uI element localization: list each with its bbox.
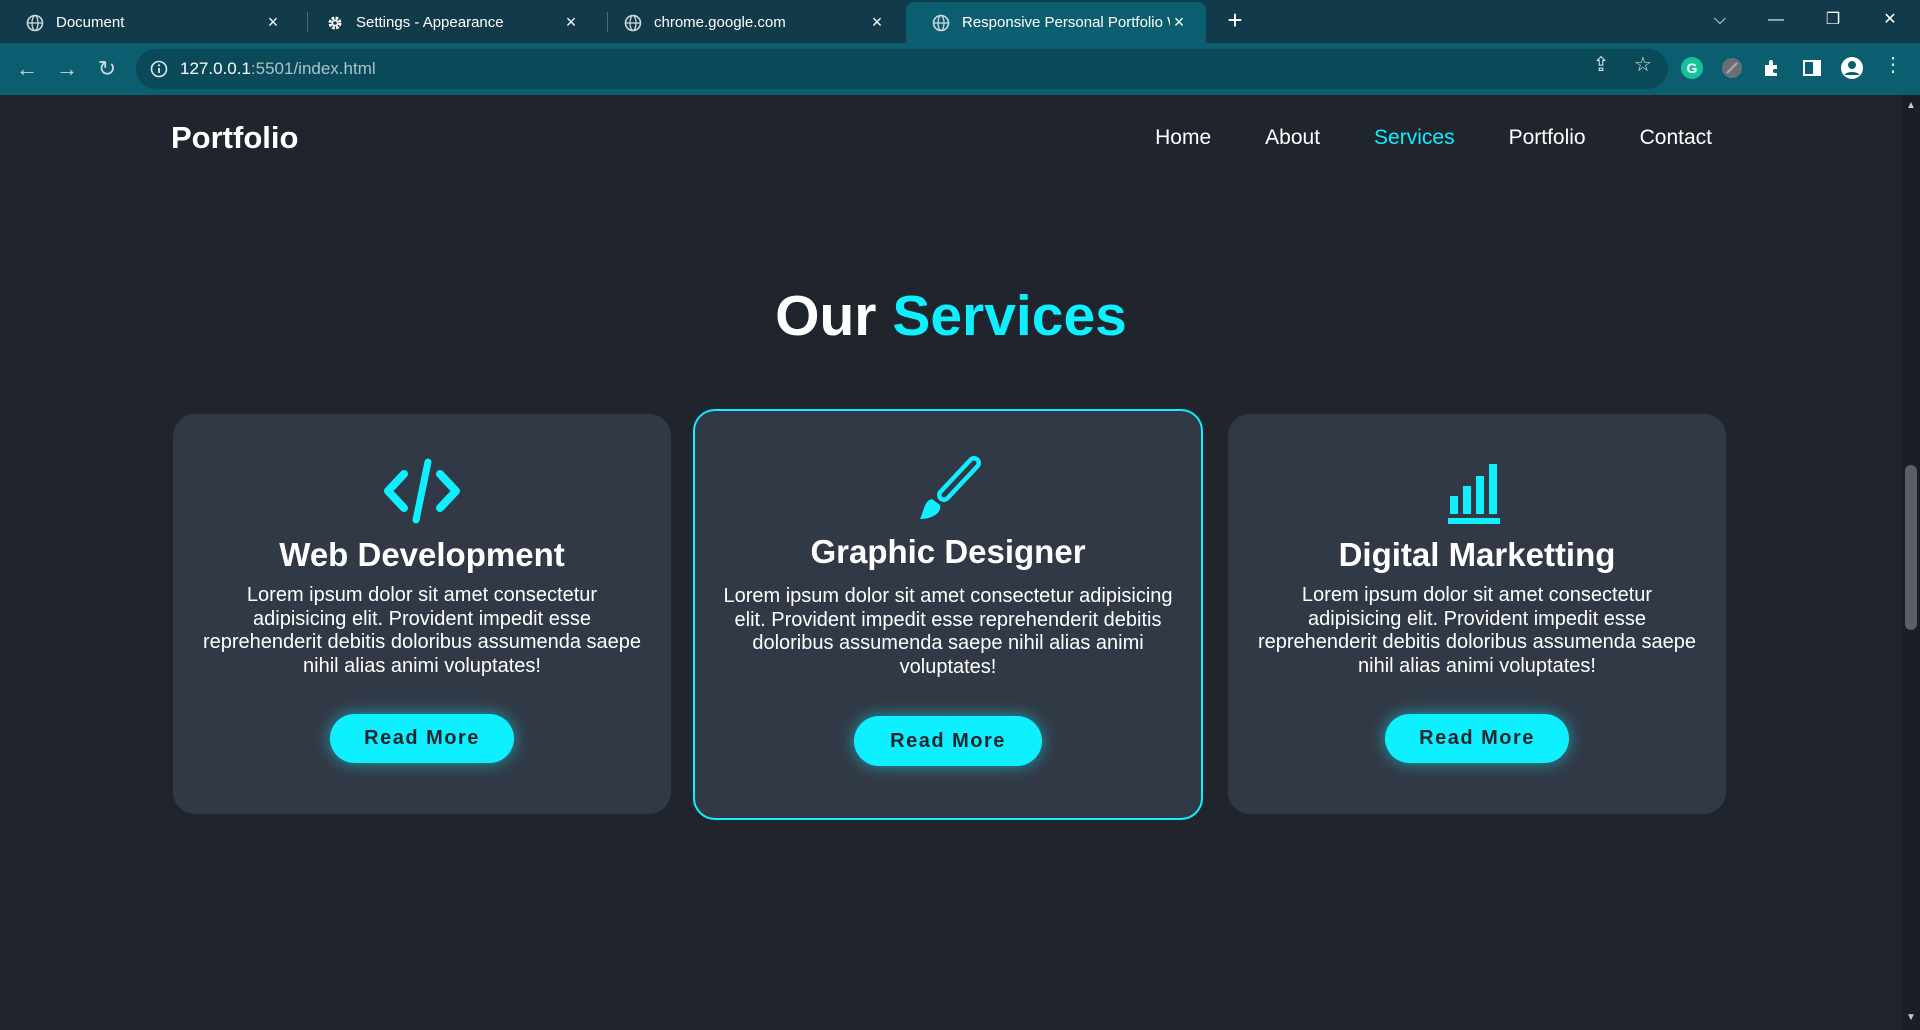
read-more-button[interactable]: Read More: [1385, 714, 1569, 763]
section-title-prefix: Our: [775, 284, 877, 348]
info-icon[interactable]: [150, 60, 168, 78]
scroll-up-icon[interactable]: ▲: [1906, 101, 1916, 111]
window-close-icon[interactable]: ✕: [1870, 6, 1910, 34]
card-title: Web Development: [279, 536, 565, 573]
tab-title: Document: [56, 14, 125, 31]
site-logo[interactable]: Portfolio: [171, 120, 298, 156]
read-more-button[interactable]: Read More: [330, 714, 514, 763]
service-card-digital-marketting: Digital Marketting Lorem ipsum dolor sit…: [1228, 414, 1726, 814]
restore-icon[interactable]: ❐: [1813, 6, 1853, 34]
browser-toolbar: ← → ↻ 127.0.0.1:5501/index.html ⇪ ☆ G ⋮: [0, 43, 1920, 95]
svg-text:G: G: [1687, 60, 1698, 76]
extensions-puzzle-icon[interactable]: [1760, 56, 1784, 80]
close-icon[interactable]: ×: [264, 12, 282, 33]
url-path: :5501/index.html: [250, 59, 376, 78]
chart-bar-icon: [1448, 464, 1500, 524]
card-title: Graphic Designer: [810, 533, 1086, 570]
brush-icon: [920, 456, 981, 519]
nav-home[interactable]: Home: [1155, 126, 1211, 150]
back-icon[interactable]: ←: [14, 56, 40, 82]
grammarly-icon[interactable]: G: [1680, 56, 1704, 80]
profile-avatar-icon[interactable]: [1840, 56, 1864, 80]
globe-icon: [932, 14, 950, 31]
bookmark-star-icon[interactable]: ☆: [1632, 54, 1654, 76]
globe-icon: [26, 14, 44, 31]
tab-title: chrome.google.com: [654, 14, 786, 31]
scrollbar-thumb[interactable]: [1905, 465, 1917, 630]
site-nav: Home About Services Portfolio Contact: [1101, 126, 1712, 150]
tab-portfolio[interactable]: Responsive Personal Portfolio W ×: [906, 2, 1206, 43]
section-title-accent: Services: [892, 284, 1127, 348]
tab-settings[interactable]: Settings - Appearance ×: [300, 2, 598, 43]
tab-chrome-store[interactable]: chrome.google.com ×: [598, 2, 904, 43]
page-viewport: Portfolio Home About Services Portfolio …: [0, 95, 1902, 1030]
read-more-button[interactable]: Read More: [854, 716, 1042, 766]
tab-search-icon[interactable]: ⌵: [1700, 6, 1740, 34]
extension-leaf-icon[interactable]: [1720, 56, 1744, 80]
forward-icon[interactable]: →: [54, 56, 80, 82]
card-title: Digital Marketting: [1338, 536, 1616, 573]
close-icon[interactable]: ×: [868, 12, 886, 33]
page-scrollbar[interactable]: ▲ ▼: [1902, 95, 1920, 1030]
address-bar[interactable]: 127.0.0.1:5501/index.html: [136, 49, 1668, 89]
tab-title: Responsive Personal Portfolio W: [962, 14, 1170, 31]
close-icon[interactable]: ×: [1170, 12, 1188, 33]
card-description: Lorem ipsum dolor sit amet consectetur a…: [1257, 584, 1697, 677]
nav-portfolio[interactable]: Portfolio: [1509, 126, 1586, 150]
section-title: Our Services: [0, 283, 1902, 349]
nav-about[interactable]: About: [1265, 126, 1320, 150]
new-tab-button[interactable]: +: [1222, 7, 1248, 34]
nav-services[interactable]: Services: [1374, 126, 1455, 150]
reload-icon[interactable]: ↻: [94, 56, 120, 82]
close-icon[interactable]: ×: [562, 12, 580, 33]
tab-title: Settings - Appearance: [356, 14, 504, 31]
code-icon: [384, 458, 460, 524]
url-host: 127.0.0.1: [180, 59, 251, 78]
scroll-down-icon[interactable]: ▼: [1906, 1013, 1916, 1023]
card-description: Lorem ipsum dolor sit amet consectetur a…: [202, 584, 642, 677]
share-icon[interactable]: ⇪: [1590, 54, 1612, 76]
tab-document[interactable]: Document ×: [0, 2, 300, 43]
service-card-web-development: Web Development Lorem ipsum dolor sit am…: [173, 414, 671, 814]
card-description: Lorem ipsum dolor sit amet consectetur a…: [723, 585, 1173, 678]
nav-contact[interactable]: Contact: [1640, 126, 1712, 150]
side-panel-icon[interactable]: [1800, 56, 1824, 80]
minimize-icon[interactable]: —: [1756, 6, 1796, 34]
service-card-graphic-designer: Graphic Designer Lorem ipsum dolor sit a…: [693, 409, 1203, 820]
menu-kebab-icon[interactable]: ⋮: [1882, 54, 1904, 76]
globe-icon: [624, 14, 642, 31]
gear-icon: [328, 16, 342, 29]
tab-strip: Document × Settings - Appearance × chrom…: [0, 0, 1920, 43]
